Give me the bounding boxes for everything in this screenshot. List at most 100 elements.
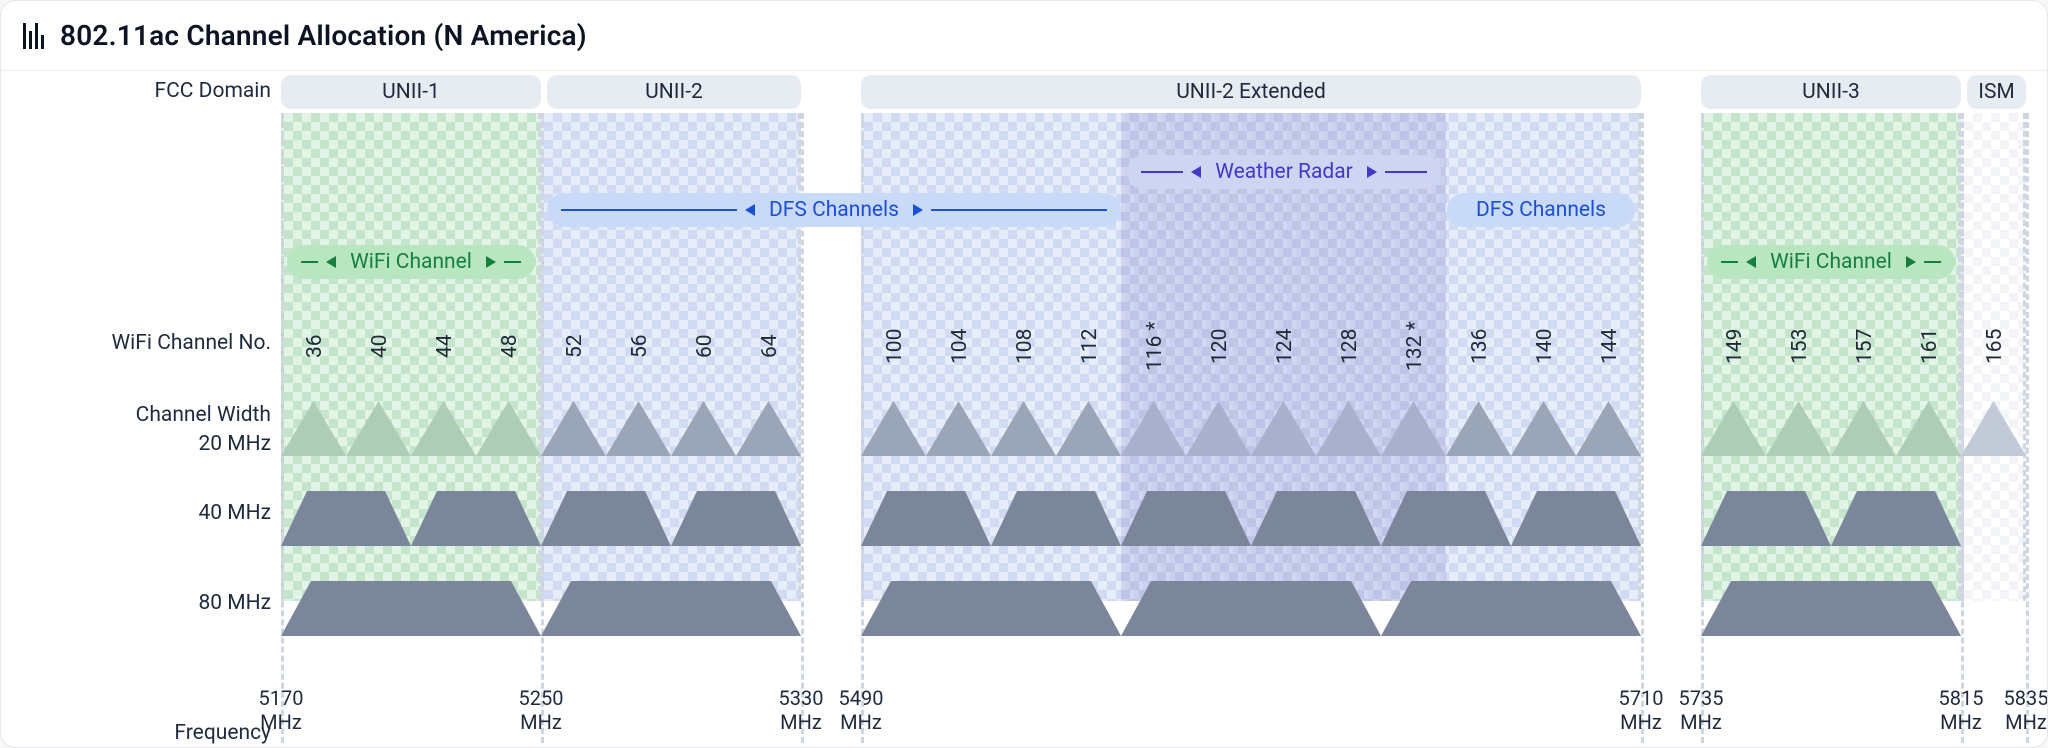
tri-20 (281, 401, 346, 456)
tri-20 (1896, 401, 1961, 456)
channel-132: 132 * (1403, 296, 1427, 396)
freq-5815: 5815MHz (1929, 686, 1993, 734)
channel-120: 120 (1208, 296, 1232, 396)
arrow-right-icon (1906, 256, 1916, 268)
tri-20 (411, 401, 476, 456)
channel-48: 48 (498, 296, 522, 396)
tri-20 (541, 401, 606, 456)
arrow-right-icon (913, 204, 923, 216)
tri-20 (926, 401, 991, 456)
tri-20 (1381, 401, 1446, 456)
trap-80 (1701, 581, 1961, 636)
trap-40 (411, 491, 541, 546)
tri-20 (1316, 401, 1381, 456)
channel-157: 157 (1853, 296, 1877, 396)
channel-104: 104 (948, 296, 972, 396)
badge-wifi-channel-2: WiFi Channel (1707, 245, 1955, 279)
channel-153: 153 (1788, 296, 1812, 396)
domain-unii1: UNII-1 (281, 75, 541, 109)
channel-144: 144 (1598, 296, 1622, 396)
tri-20 (1701, 401, 1766, 456)
tri-20 (1511, 401, 1576, 456)
freq-5735: 5735MHz (1669, 686, 1733, 734)
freq-5170: 5170MHz (249, 686, 313, 734)
arrow-right-icon (1367, 166, 1377, 178)
trap-40 (1511, 491, 1641, 546)
label-wifi-channel-no: WiFi Channel No. (112, 331, 271, 355)
page-title: 802.11ac Channel Allocation (N America) (60, 19, 587, 52)
channel-149: 149 (1723, 296, 1747, 396)
widths-svg (1, 401, 2048, 641)
row-20mhz (281, 401, 2026, 456)
channel-36: 36 (303, 296, 327, 396)
badge-dfs-1: DFS Channels (547, 193, 1121, 227)
trap-80 (281, 581, 541, 636)
badge-wifi-channel-1: WiFi Channel (287, 245, 535, 279)
channel-40: 40 (368, 296, 392, 396)
trap-80 (1121, 581, 1381, 636)
domain-ism: ISM (1967, 75, 2026, 109)
trap-80 (1381, 581, 1641, 636)
trap-40 (541, 491, 671, 546)
trap-40 (991, 491, 1121, 546)
arrow-left-icon (326, 256, 336, 268)
tri-20 (1961, 401, 2026, 456)
bars-icon (23, 23, 44, 49)
channel-136: 136 (1468, 296, 1492, 396)
tri-20 (1186, 401, 1251, 456)
channel-56: 56 (628, 296, 652, 396)
domain-unii3: UNII-3 (1701, 75, 1961, 109)
header: 802.11ac Channel Allocation (N America) (1, 1, 2047, 71)
freq-5250: 5250MHz (509, 686, 573, 734)
channel-100: 100 (883, 296, 907, 396)
trap-40 (281, 491, 411, 546)
tri-20 (606, 401, 671, 456)
tri-20 (346, 401, 411, 456)
domain-unii2: UNII-2 (547, 75, 801, 109)
trap-40 (1701, 491, 1831, 546)
tri-20 (1121, 401, 1186, 456)
arrow-left-icon (745, 204, 755, 216)
label-fcc-domain: FCC Domain (155, 79, 271, 103)
tri-20 (1056, 401, 1121, 456)
arrow-left-icon (1746, 256, 1756, 268)
trap-40 (1831, 491, 1961, 546)
tri-20 (1446, 401, 1511, 456)
channel-124: 124 (1273, 296, 1297, 396)
freq-5835: 5835MHz (1994, 686, 2048, 734)
row-40mhz (281, 491, 1961, 546)
badge-dfs-2: DFS Channels (1447, 193, 1635, 227)
trap-40 (861, 491, 991, 546)
trap-40 (1251, 491, 1381, 546)
channel-44: 44 (433, 296, 457, 396)
freq-5490: 5490MHz (829, 686, 893, 734)
channel-116: 116 * (1143, 296, 1167, 396)
channel-128: 128 (1338, 296, 1362, 396)
row-80mhz (281, 581, 1961, 636)
diagram-card: 802.11ac Channel Allocation (N America) … (0, 0, 2048, 748)
tri-20 (1831, 401, 1896, 456)
channel-52: 52 (563, 296, 587, 396)
channel-161: 161 (1918, 296, 1942, 396)
channel-64: 64 (758, 296, 782, 396)
tri-20 (1766, 401, 1831, 456)
tri-20 (991, 401, 1056, 456)
channel-112: 112 (1078, 296, 1102, 396)
domain-unii2e: UNII-2 Extended (861, 75, 1641, 109)
freq-5330: 5330MHz (769, 686, 833, 734)
channel-140: 140 (1533, 296, 1557, 396)
arrow-left-icon (1191, 166, 1201, 178)
diagram-content: FCC Domain WiFi Channel No. Channel Widt… (1, 71, 2047, 748)
freq-5710: 5710MHz (1609, 686, 1673, 734)
trap-80 (861, 581, 1121, 636)
arrow-right-icon (486, 256, 496, 268)
trap-40 (1381, 491, 1511, 546)
channel-60: 60 (693, 296, 717, 396)
tri-20 (476, 401, 541, 456)
channel-165: 165 (1983, 296, 2007, 396)
badge-weather-radar: Weather Radar (1127, 155, 1441, 189)
tri-20 (861, 401, 926, 456)
tri-20 (671, 401, 736, 456)
tri-20 (736, 401, 801, 456)
trap-40 (1121, 491, 1251, 546)
